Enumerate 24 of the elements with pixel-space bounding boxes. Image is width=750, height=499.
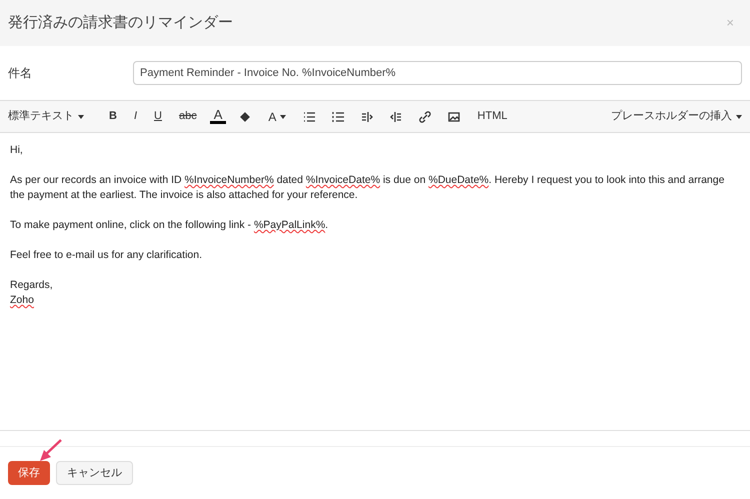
pointer-arrow (38, 438, 64, 464)
underline-button[interactable]: U (150, 108, 166, 125)
font-size-dropdown[interactable]: A (264, 108, 290, 126)
placeholder-dropdown[interactable]: プレースホルダーの挿入 (611, 108, 742, 125)
subject-label: 件名 (8, 65, 33, 82)
font-color-button[interactable]: A (210, 109, 226, 124)
subject-field[interactable]: Payment Reminder - Invoice No. %InvoiceNumber% (133, 61, 742, 85)
cancel-button[interactable]: キャンセル (56, 461, 133, 485)
body-paragraph: Zoho (10, 293, 35, 308)
body-paragraph: Hi, (10, 143, 24, 158)
italic-button[interactable]: I (130, 108, 142, 125)
strikethrough-button[interactable]: abc (174, 108, 201, 125)
dialog-title: 発行済みの請求書のリマインダー (8, 12, 233, 33)
save-button[interactable]: 保存 (8, 461, 50, 485)
bold-button[interactable]: B (105, 108, 121, 125)
caret-icon (736, 114, 742, 118)
body-paragraph: Feel free to e-mail us for any clarification. (10, 248, 203, 263)
caret-icon (280, 114, 286, 118)
body-paragraph: To make payment online, click on the following link - %PayPalLink%. (10, 218, 330, 233)
format-dropdown[interactable]: 標準テキスト (8, 108, 84, 125)
html-button[interactable]: HTML (473, 108, 512, 125)
caret-icon (78, 114, 84, 118)
body-paragraph: As per our records an invoice with ID %InvoiceNumber% dated %InvoiceDate% is due on %DueDate%. Hereby I request you to look into this and arrange the payment at the earliest. The invoice is also attached for your reference. (10, 173, 726, 203)
body-paragraph: Regards, (10, 278, 54, 293)
